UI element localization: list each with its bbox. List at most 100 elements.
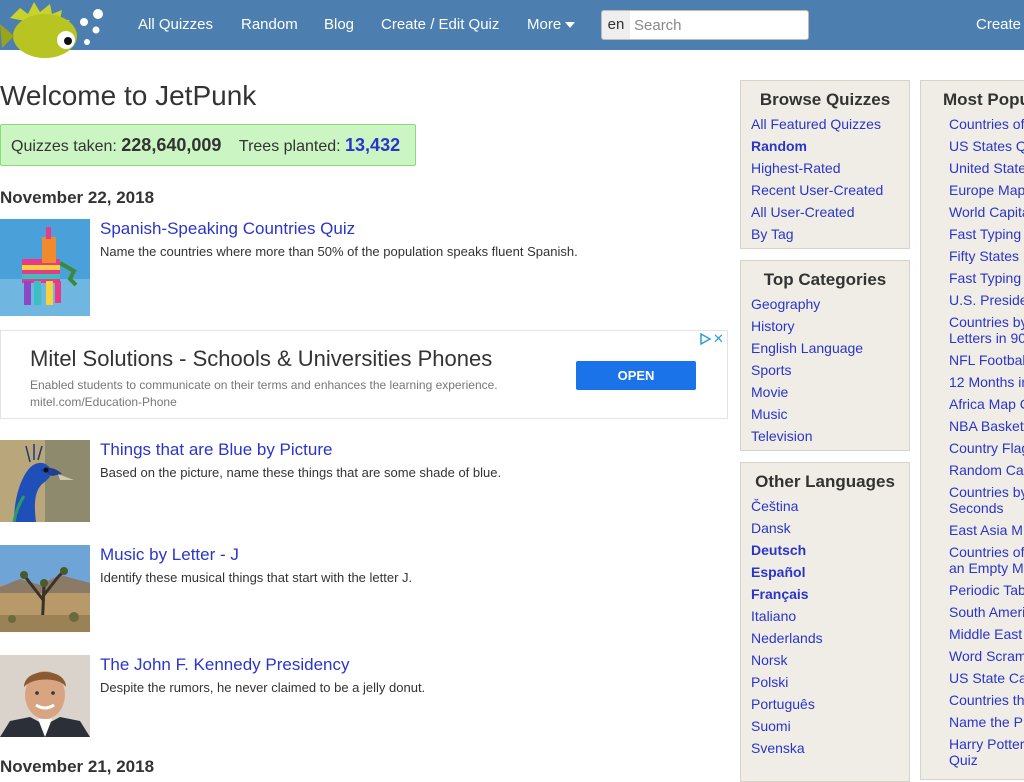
- language-norsk[interactable]: Norsk: [751, 652, 788, 668]
- nav-more-label: More: [527, 16, 562, 33]
- search-input[interactable]: [630, 10, 809, 40]
- popular-quiz-link[interactable]: Periodic Tab: [949, 582, 1024, 598]
- nav-more[interactable]: More: [527, 16, 576, 33]
- language-francais[interactable]: Français: [751, 586, 809, 602]
- quiz-description: Identify these musical things that start…: [100, 570, 413, 585]
- category-english-language[interactable]: English Language: [751, 340, 863, 356]
- category-movie[interactable]: Movie: [751, 384, 788, 400]
- language-dansk[interactable]: Dansk: [751, 520, 791, 536]
- popular-quiz-link[interactable]: 12 Months ir: [949, 374, 1024, 390]
- quizzes-taken-count: 228,640,009: [121, 135, 222, 155]
- popular-quiz-link[interactable]: Africa Map C: [949, 396, 1024, 412]
- popular-quiz-link[interactable]: Random Ca: [949, 462, 1024, 478]
- nav-all-quizzes[interactable]: All Quizzes: [138, 16, 213, 33]
- popular-quiz-link[interactable]: Europe Map: [949, 182, 1024, 198]
- pinata-thumbnail[interactable]: [0, 219, 90, 316]
- language-nederlands[interactable]: Nederlands: [751, 630, 823, 646]
- category-music[interactable]: Music: [751, 406, 788, 422]
- popular-quiz-link-continued[interactable]: Seconds: [949, 500, 1024, 516]
- jetpunk-fish-logo[interactable]: [0, 0, 110, 66]
- browse-link-by-tag[interactable]: By Tag: [751, 226, 794, 242]
- popular-quiz-link[interactable]: Middle East: [949, 626, 1024, 642]
- advertisement[interactable]: Mitel Solutions - Schools & Universities…: [0, 330, 728, 419]
- popular-quiz-link[interactable]: East Asia M: [949, 522, 1024, 538]
- ad-url[interactable]: mitel.com/Education-Phone: [30, 395, 177, 409]
- trees-planted-count: 13,432: [345, 135, 401, 155]
- nav-random[interactable]: Random: [241, 16, 298, 33]
- popular-quiz-link-continued[interactable]: Letters in 90: [949, 330, 1024, 346]
- top-categories-panel: Top Categories Geography History English…: [740, 260, 910, 451]
- popular-quiz-link[interactable]: United State: [949, 160, 1024, 176]
- category-television[interactable]: Television: [751, 428, 812, 444]
- browse-link-all-user-created[interactable]: All User-Created: [751, 204, 854, 220]
- popular-quiz-link[interactable]: South Ameri: [949, 604, 1024, 620]
- date-heading: November 22, 2018: [0, 188, 155, 207]
- language-svenska[interactable]: Svenska: [751, 740, 805, 756]
- other-languages-heading: Other Languages: [755, 472, 895, 491]
- page-title: Welcome to JetPunk: [0, 80, 257, 111]
- popular-quiz-link[interactable]: Harry Potter: [949, 736, 1024, 752]
- language-polski[interactable]: Polski: [751, 674, 788, 690]
- language-portugues[interactable]: Português: [751, 696, 815, 712]
- quiz-description: Name the countries where more than 50% o…: [100, 244, 578, 259]
- most-popular-panel: Most Popu Countries of US States Q Unite…: [920, 80, 1024, 780]
- language-cestina[interactable]: Čeština: [751, 498, 798, 514]
- nav-create[interactable]: Create: [976, 16, 1021, 33]
- popular-quiz-link[interactable]: Country Flag: [949, 440, 1024, 456]
- quiz-description: Based on the picture, name these things …: [100, 465, 502, 480]
- joshua-tree-thumbnail[interactable]: [0, 545, 90, 632]
- category-geography[interactable]: Geography: [751, 296, 820, 312]
- quizzes-taken-label: Quizzes taken:: [11, 138, 117, 155]
- category-sports[interactable]: Sports: [751, 362, 791, 378]
- popular-quiz-link[interactable]: NBA Basket: [949, 418, 1024, 434]
- most-popular-heading: Most Popu: [943, 90, 1024, 109]
- quiz-title-link[interactable]: Music by Letter - J: [100, 545, 239, 565]
- quiz-title-link[interactable]: The John F. Kennedy Presidency: [100, 655, 349, 675]
- quiz-description: Despite the rumors, he never claimed to …: [100, 680, 426, 695]
- other-languages-panel: Other Languages Čeština Dansk Deutsch Es…: [740, 462, 910, 782]
- popular-quiz-link[interactable]: U.S. Preside: [949, 292, 1024, 308]
- language-selector[interactable]: en: [601, 10, 631, 40]
- nav-blog[interactable]: Blog: [324, 16, 354, 33]
- popular-quiz-link-continued[interactable]: an Empty M: [949, 560, 1024, 576]
- top-categories-heading: Top Categories: [763, 270, 887, 289]
- jfk-portrait-thumbnail[interactable]: [0, 655, 90, 737]
- nav-create-edit-quiz[interactable]: Create / Edit Quiz: [381, 16, 499, 33]
- ad-choices-icon[interactable]: [699, 333, 711, 345]
- browse-quizzes-panel: Browse Quizzes All Featured Quizzes Rand…: [740, 80, 910, 249]
- browse-link-random[interactable]: Random: [751, 138, 807, 154]
- popular-quiz-link[interactable]: Fifty States: [949, 248, 1024, 264]
- popular-quiz-link[interactable]: US State Ca: [949, 670, 1024, 686]
- browse-link-featured[interactable]: All Featured Quizzes: [751, 116, 881, 132]
- ad-title[interactable]: Mitel Solutions - Schools & Universities…: [30, 346, 492, 372]
- popular-quiz-link[interactable]: Name the P: [949, 714, 1024, 730]
- peacock-thumbnail[interactable]: [0, 440, 90, 522]
- browse-link-highest-rated[interactable]: Highest-Rated: [751, 160, 841, 176]
- popular-quiz-link[interactable]: Countries of: [949, 544, 1024, 560]
- date-heading: November 21, 2018: [0, 757, 155, 776]
- popular-quiz-link-continued[interactable]: Quiz: [949, 752, 1024, 768]
- language-espanol[interactable]: Español: [751, 564, 805, 580]
- quiz-title-link[interactable]: Spanish-Speaking Countries Quiz: [100, 219, 355, 239]
- popular-quiz-link[interactable]: World Capita: [949, 204, 1024, 220]
- quiz-title-link[interactable]: Things that are Blue by Picture: [100, 440, 332, 460]
- popular-quiz-link[interactable]: Countries of: [949, 116, 1024, 132]
- caret-down-icon: [565, 22, 576, 29]
- ad-close-icon[interactable]: ✕: [713, 331, 724, 347]
- language-italiano[interactable]: Italiano: [751, 608, 796, 624]
- language-deutsch[interactable]: Deutsch: [751, 542, 806, 558]
- category-history[interactable]: History: [751, 318, 795, 334]
- trees-planted-label: Trees planted:: [238, 138, 341, 155]
- ad-open-button[interactable]: OPEN: [576, 361, 696, 390]
- browse-link-recent-user-created[interactable]: Recent User-Created: [751, 182, 883, 198]
- popular-quiz-link[interactable]: NFL Footbal: [949, 352, 1024, 368]
- ad-description: Enabled students to communicate on their…: [30, 378, 498, 392]
- popular-quiz-link[interactable]: Countries by: [949, 314, 1024, 330]
- popular-quiz-link[interactable]: Word Scram: [949, 648, 1024, 664]
- popular-quiz-link[interactable]: Countries by: [949, 484, 1024, 500]
- popular-quiz-link[interactable]: Countries th: [949, 692, 1024, 708]
- language-suomi[interactable]: Suomi: [751, 718, 791, 734]
- popular-quiz-link[interactable]: Fast Typing: [949, 226, 1024, 242]
- popular-quiz-link[interactable]: Fast Typing: [949, 270, 1024, 286]
- popular-quiz-link[interactable]: US States Q: [949, 138, 1024, 154]
